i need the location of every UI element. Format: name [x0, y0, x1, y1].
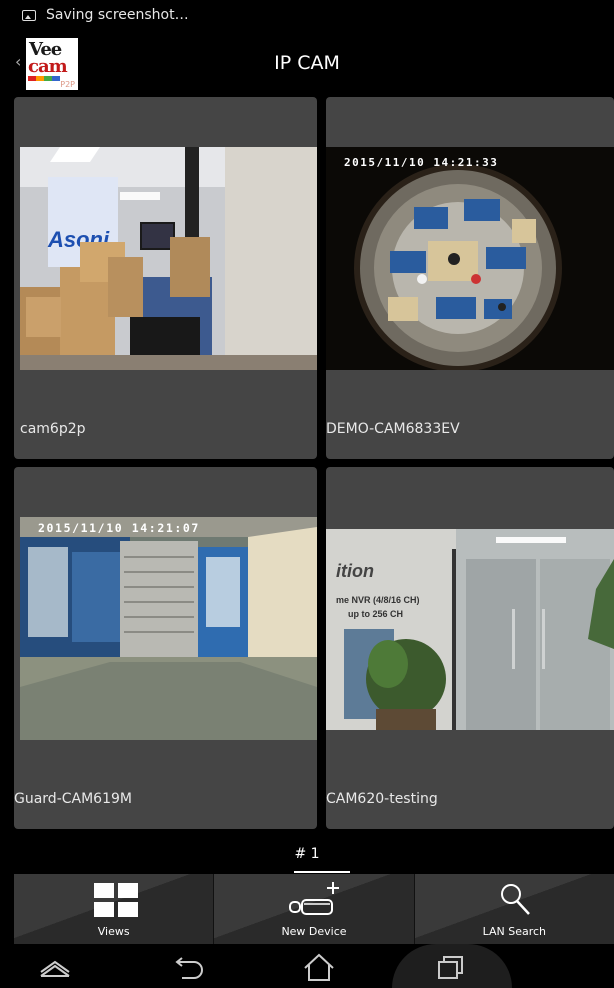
- camera-add-icon: [289, 882, 340, 915]
- action-bar: ‹ Vee cam P2P IP CAM: [0, 30, 614, 94]
- lan-search-button[interactable]: LAN Search: [414, 874, 614, 944]
- camera-thumbnail[interactable]: 2015/11/10 14:21:33: [326, 147, 614, 370]
- lan-search-label: LAN Search: [482, 925, 547, 938]
- page-title: IP CAM: [274, 52, 340, 74]
- status-notification: Saving screenshot…: [46, 7, 189, 23]
- camera-preview-image: ition me NVR (4/8/16 CH) up to 256 CH: [326, 529, 614, 730]
- nav-recents-icon[interactable]: [436, 953, 470, 983]
- camera-timestamp: 2015/11/10 14:21:33: [344, 156, 498, 169]
- camera-preview-image: 2015/11/10 14:21:33: [326, 147, 614, 370]
- scene-nvr-text: me NVR (4/8/16 CH): [336, 595, 420, 605]
- views-label: Views: [97, 925, 130, 938]
- camera-thumbnail[interactable]: 2015/11/10 14:21:07: [20, 517, 317, 740]
- status-bar: Saving screenshot…: [0, 0, 614, 30]
- page-indicator[interactable]: # 1: [0, 840, 614, 874]
- camera-card-demo-cam6833ev[interactable]: 2015/11/10 14:21:33 DEMO-CAM6833EV: [326, 97, 614, 459]
- nav-home-icon[interactable]: [303, 952, 337, 982]
- new-device-label: New Device: [281, 925, 347, 938]
- scene-nvr-sub: up to 256 CH: [348, 609, 403, 619]
- grid-icon: [94, 883, 138, 917]
- page-number: # 1: [294, 846, 320, 862]
- logo-color-bar: [28, 76, 60, 81]
- bottom-toolbar: Views New Device LAN Search: [14, 874, 614, 944]
- image-icon: [22, 9, 36, 21]
- scene-sign-text: ition: [336, 561, 374, 581]
- camera-card-cam6p2p[interactable]: Asoni cam6p2p: [14, 97, 317, 459]
- camera-card-guard-cam619m[interactable]: 2015/11/10 14:21:07 Guard-CAM619M: [14, 467, 317, 829]
- camera-thumbnail[interactable]: Asoni: [20, 147, 317, 370]
- camera-name: CAM620-testing: [326, 791, 438, 807]
- camera-preview-image: Asoni: [20, 147, 317, 370]
- camera-preview-image: 2015/11/10 14:21:07: [20, 517, 317, 740]
- page-underline: [294, 871, 350, 873]
- new-device-button[interactable]: New Device: [214, 874, 415, 944]
- nav-up-icon[interactable]: [37, 956, 77, 980]
- search-icon: [500, 884, 530, 915]
- camera-card-cam620-testing[interactable]: ition me NVR (4/8/16 CH) up to 256 CH CA…: [326, 467, 614, 829]
- camera-name: cam6p2p: [20, 421, 86, 437]
- camera-grid: Asoni cam6p2p 2015/11/10 14:21:33 DEMO-C…: [0, 94, 614, 834]
- camera-thumbnail[interactable]: ition me NVR (4/8/16 CH) up to 256 CH: [326, 529, 614, 730]
- logo-sub: P2P: [60, 80, 75, 89]
- camera-name: Guard-CAM619M: [14, 791, 132, 807]
- camera-name: DEMO-CAM6833EV: [326, 421, 460, 437]
- views-button[interactable]: Views: [14, 874, 215, 944]
- nav-back-icon[interactable]: [174, 952, 210, 982]
- system-nav-bar: [0, 944, 614, 988]
- camera-timestamp: 2015/11/10 14:21:07: [38, 521, 200, 535]
